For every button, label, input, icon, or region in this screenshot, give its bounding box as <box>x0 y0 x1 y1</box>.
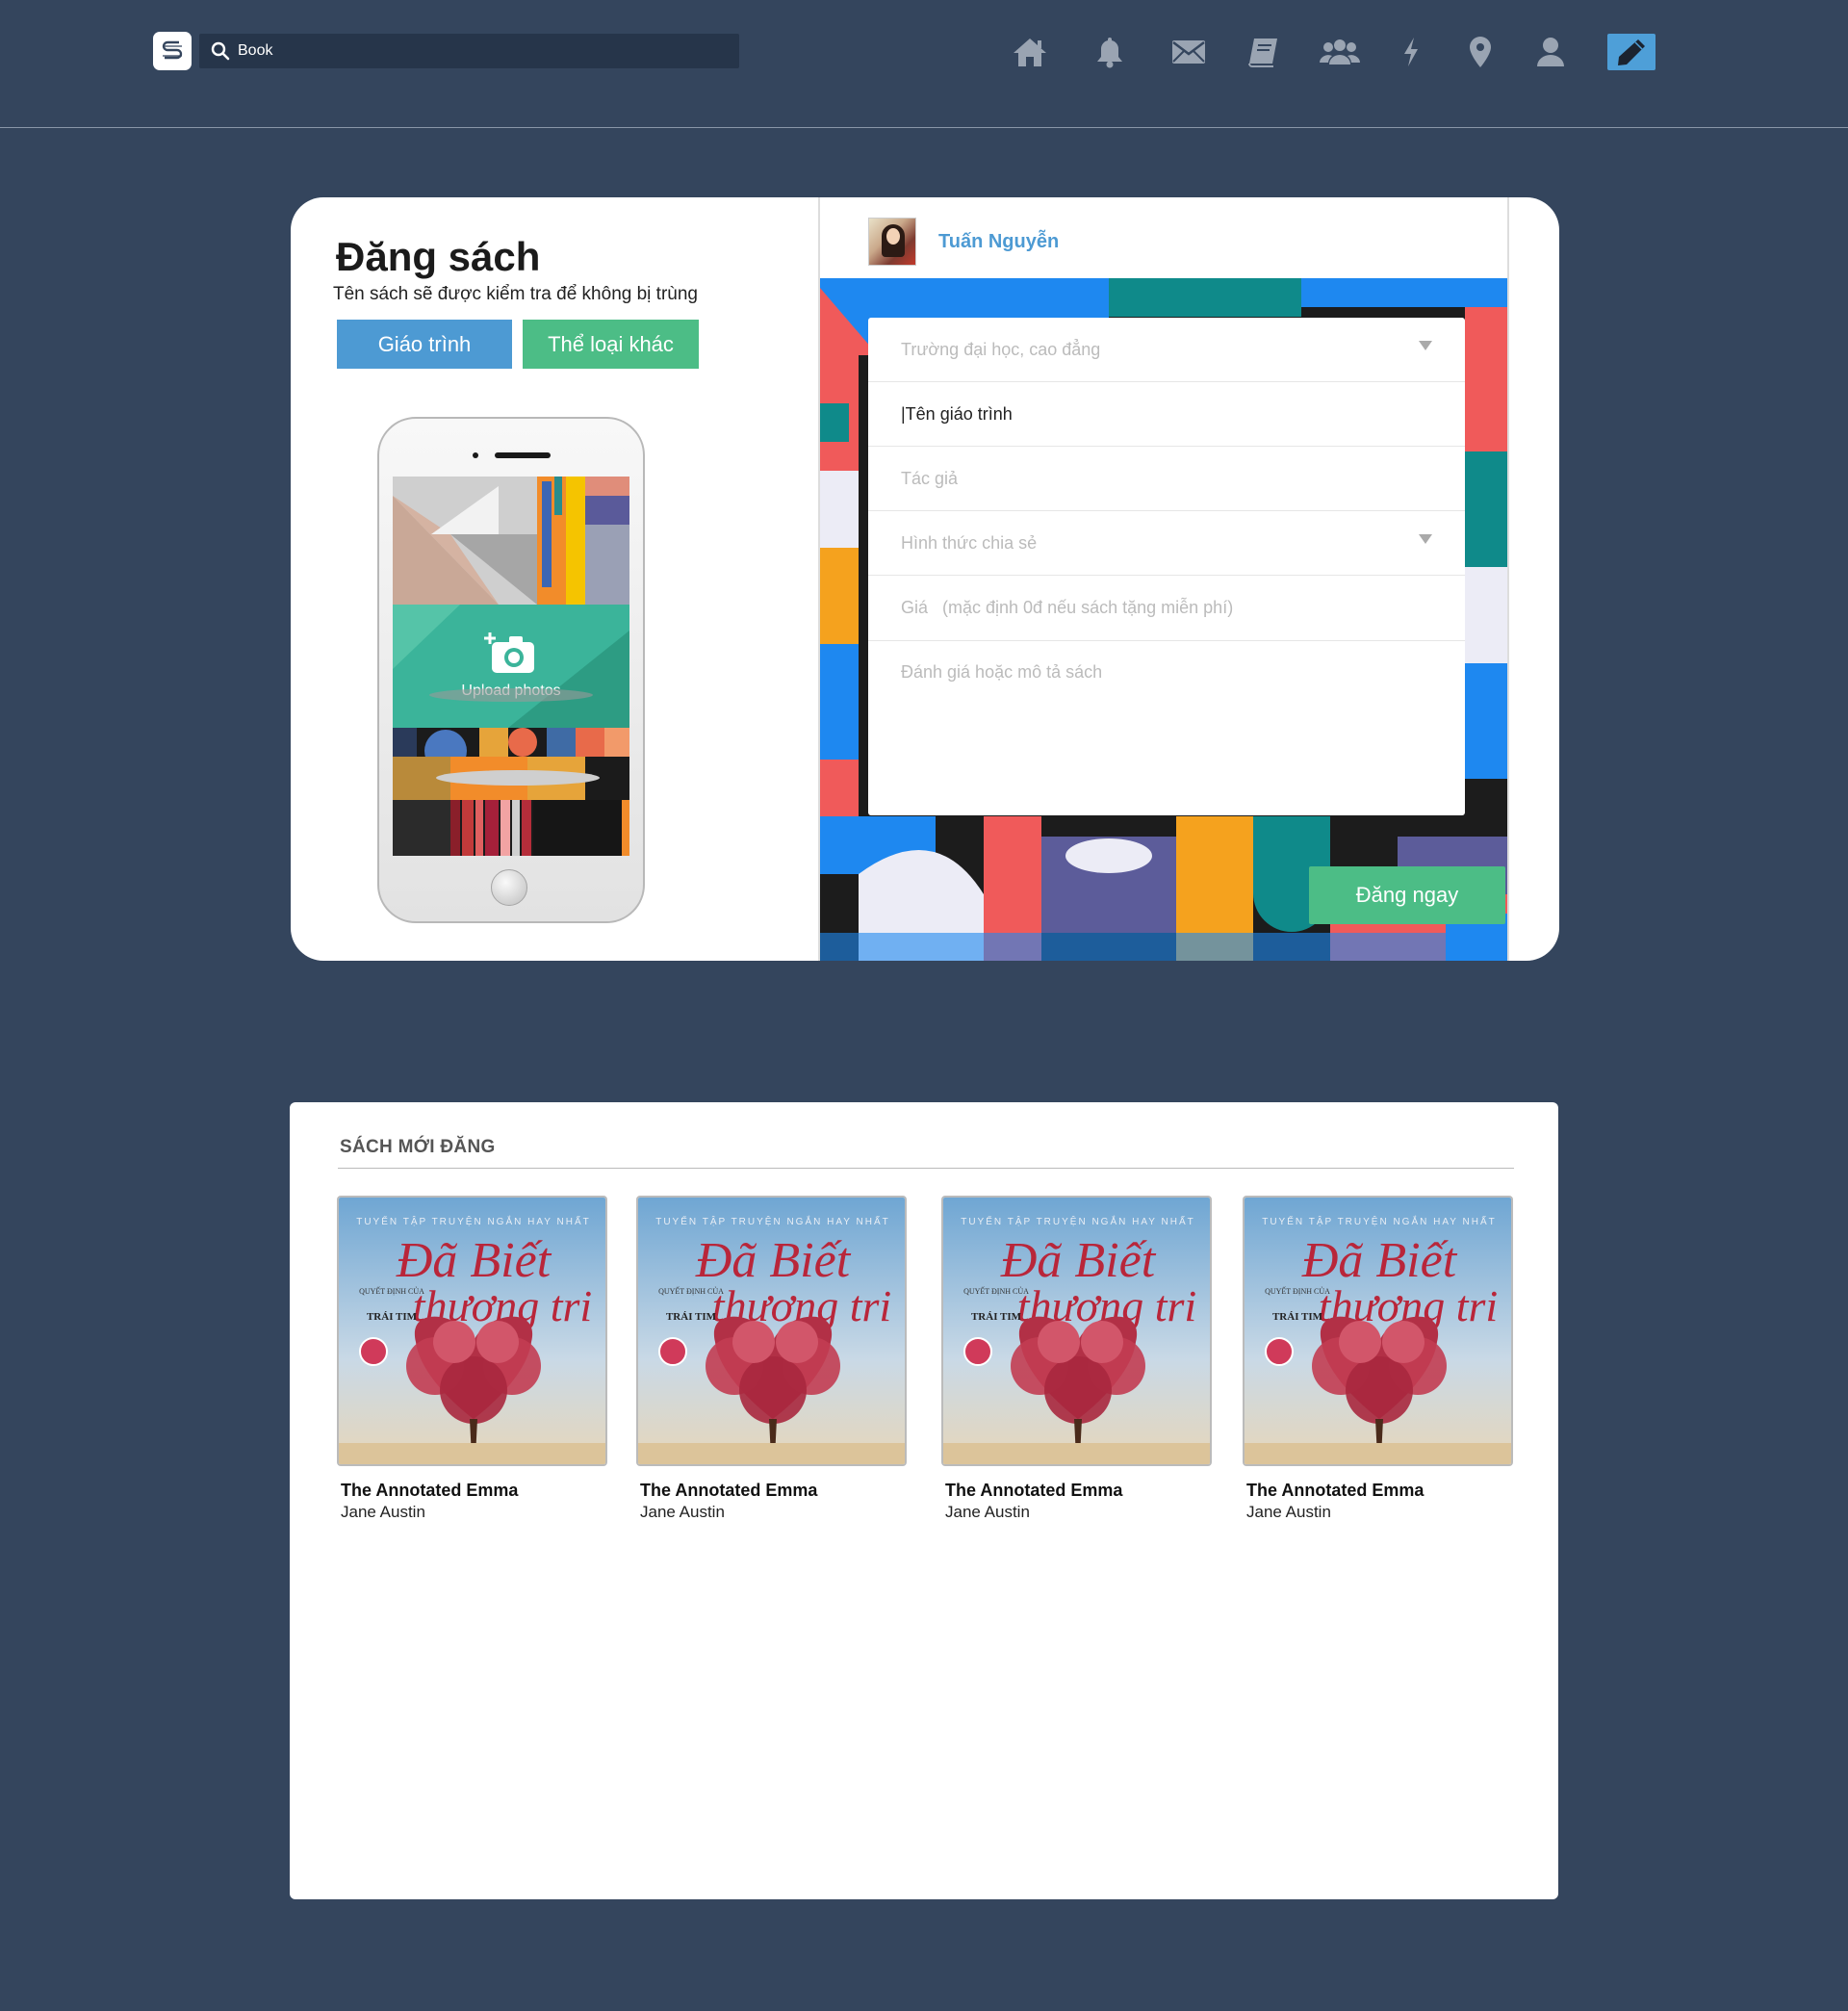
cover-side-text-2: TRÁI TIM <box>666 1311 717 1323</box>
upload-book-card: Đăng sách Tên sách sẽ được kiểm tra để k… <box>291 197 1559 961</box>
page-title: Đăng sách <box>336 234 541 279</box>
book-card[interactable]: TUYỂN TẬP TRUYỆN NGẮN HAY NHẤT Đã Biết t… <box>337 1196 607 1522</box>
book-cover: TUYỂN TẬP TRUYỆN NGẮN HAY NHẤT Đã Biết t… <box>1243 1196 1513 1466</box>
cover-side-text-2: TRÁI TIM <box>367 1311 418 1323</box>
book-form: Trường đại học, cao đẳng |Tên giáo trình… <box>868 318 1465 815</box>
book-author: Jane Austin <box>945 1503 1030 1521</box>
book-cover: TUYỂN TẬP TRUYỆN NGẮN HAY NHẤT Đã Biết t… <box>337 1196 607 1466</box>
book-name-value: |Tên giáo trình <box>901 403 1013 424</box>
camera-plus-icon <box>484 632 534 673</box>
book-card[interactable]: TUYỂN TẬP TRUYỆN NGẮN HAY NHẤT Đã Biết t… <box>1243 1196 1513 1522</box>
group-icon[interactable] <box>1319 31 1361 73</box>
book-name-input[interactable]: |Tên giáo trình <box>868 382 1465 447</box>
book-author: Jane Austin <box>640 1503 725 1521</box>
book-author: Jane Austin <box>1246 1503 1331 1521</box>
divider <box>338 1168 1514 1169</box>
page-subtitle: Tên sách sẽ được kiểm tra để không bị tr… <box>333 284 698 304</box>
share-type-placeholder: Hình thức chia sẻ <box>901 532 1038 553</box>
price-placeholder: Giá (mặc định 0đ nếu sách tặng miễn phí) <box>901 598 1234 617</box>
description-placeholder: Đánh giá hoặc mô tả sách <box>901 662 1103 682</box>
search-bar <box>199 34 739 68</box>
user-icon[interactable] <box>1529 31 1572 73</box>
recent-books-card: SÁCH MỚI ĐĂNG TUYỂN TẬP TRUYỆN NGẮN HAY … <box>290 1102 1558 1899</box>
book-title[interactable]: The Annotated Emma <box>1246 1481 1513 1501</box>
phone-mockup: Upload photos <box>377 417 645 923</box>
phone-home-button <box>491 869 527 906</box>
cover-script-text: Đã Biết <box>1301 1233 1458 1288</box>
cover-script-text: Đã Biết <box>695 1233 852 1288</box>
mail-icon[interactable] <box>1168 31 1210 73</box>
location-pin-icon[interactable] <box>1459 31 1502 73</box>
book-title[interactable]: The Annotated Emma <box>341 1481 607 1501</box>
dropdown-arrow-icon <box>1419 534 1432 544</box>
cover-side-text-2: TRÁI TIM <box>971 1311 1022 1323</box>
s-logo-icon[interactable] <box>153 32 192 70</box>
user-name[interactable]: Tuấn Nguyễn <box>938 231 1059 253</box>
dropdown-arrow-icon <box>1419 341 1432 350</box>
submit-button[interactable]: Đăng ngay <box>1309 866 1505 924</box>
phone-camera <box>473 452 478 458</box>
share-type-select[interactable]: Hình thức chia sẻ <box>868 511 1465 576</box>
upload-form-panel: Tuấn Nguyễn Trường đại học, cao đẳng |Tê… <box>818 197 1509 961</box>
author-placeholder: Tác giả <box>901 468 959 488</box>
recent-books-title: SÁCH MỚI ĐĂNG <box>340 1137 496 1157</box>
cover-side-text-2: TRÁI TIM <box>1272 1311 1323 1323</box>
home-icon[interactable] <box>1009 31 1051 73</box>
book-cover: TUYỂN TẬP TRUYỆN NGẮN HAY NHẤT Đã Biết t… <box>636 1196 907 1466</box>
other-category-button[interactable]: Thể loại khác <box>523 320 699 369</box>
pencil-icon[interactable] <box>1607 34 1656 70</box>
author-input[interactable]: Tác giả <box>868 447 1465 511</box>
description-textarea[interactable]: Đánh giá hoặc mô tả sách <box>868 641 1465 814</box>
cover-top-text: TUYỂN TẬP TRUYỆN NGẮN HAY NHẤT <box>1262 1215 1497 1227</box>
cover-side-text: QUYẾT ĐỊNH CỦA <box>658 1286 724 1296</box>
search-icon <box>211 41 230 61</box>
lightning-icon[interactable] <box>1390 31 1432 73</box>
phone-speaker <box>495 452 551 458</box>
user-row: Tuấn Nguyễn <box>868 218 1059 266</box>
cover-top-text: TUYỂN TẬP TRUYỆN NGẮN HAY NHẤT <box>655 1215 890 1227</box>
school-placeholder: Trường đại học, cao đẳng <box>901 339 1101 359</box>
cover-side-text: QUYẾT ĐỊNH CỦA <box>359 1286 424 1296</box>
cover-top-text: TUYỂN TẬP TRUYỆN NGẮN HAY NHẤT <box>961 1215 1195 1227</box>
bell-icon[interactable] <box>1089 31 1131 73</box>
search-input[interactable] <box>238 34 719 68</box>
cover-script-text: Đã Biết <box>396 1233 552 1288</box>
school-select[interactable]: Trường đại học, cao đẳng <box>868 318 1465 382</box>
top-bar <box>0 0 1848 128</box>
cover-side-text: QUYẾT ĐỊNH CỦA <box>1265 1286 1330 1296</box>
book-card[interactable]: TUYỂN TẬP TRUYỆN NGẮN HAY NHẤT Đã Biết t… <box>636 1196 907 1522</box>
cover-side-text: QUYẾT ĐỊNH CỦA <box>963 1286 1029 1296</box>
avatar[interactable] <box>868 218 916 266</box>
book-title[interactable]: The Annotated Emma <box>945 1481 1212 1501</box>
price-input[interactable]: Giá (mặc định 0đ nếu sách tặng miễn phí) <box>868 576 1465 641</box>
book-card[interactable]: TUYỂN TẬP TRUYỆN NGẮN HAY NHẤT Đã Biết t… <box>941 1196 1212 1522</box>
cover-script-text: Đã Biết <box>1000 1233 1157 1288</box>
upload-shadow <box>429 688 593 702</box>
book-cover: TUYỂN TẬP TRUYỆN NGẮN HAY NHẤT Đã Biết t… <box>941 1196 1212 1466</box>
book-title[interactable]: The Annotated Emma <box>640 1481 907 1501</box>
book-author: Jane Austin <box>341 1503 425 1521</box>
cover-top-text: TUYỂN TẬP TRUYỆN NGẮN HAY NHẤT <box>356 1215 591 1227</box>
phone-screen: Upload photos <box>393 477 629 856</box>
textbook-button[interactable]: Giáo trình <box>337 320 512 369</box>
book-icon[interactable] <box>1242 31 1284 73</box>
upload-photos-button[interactable]: Upload photos <box>393 605 629 728</box>
